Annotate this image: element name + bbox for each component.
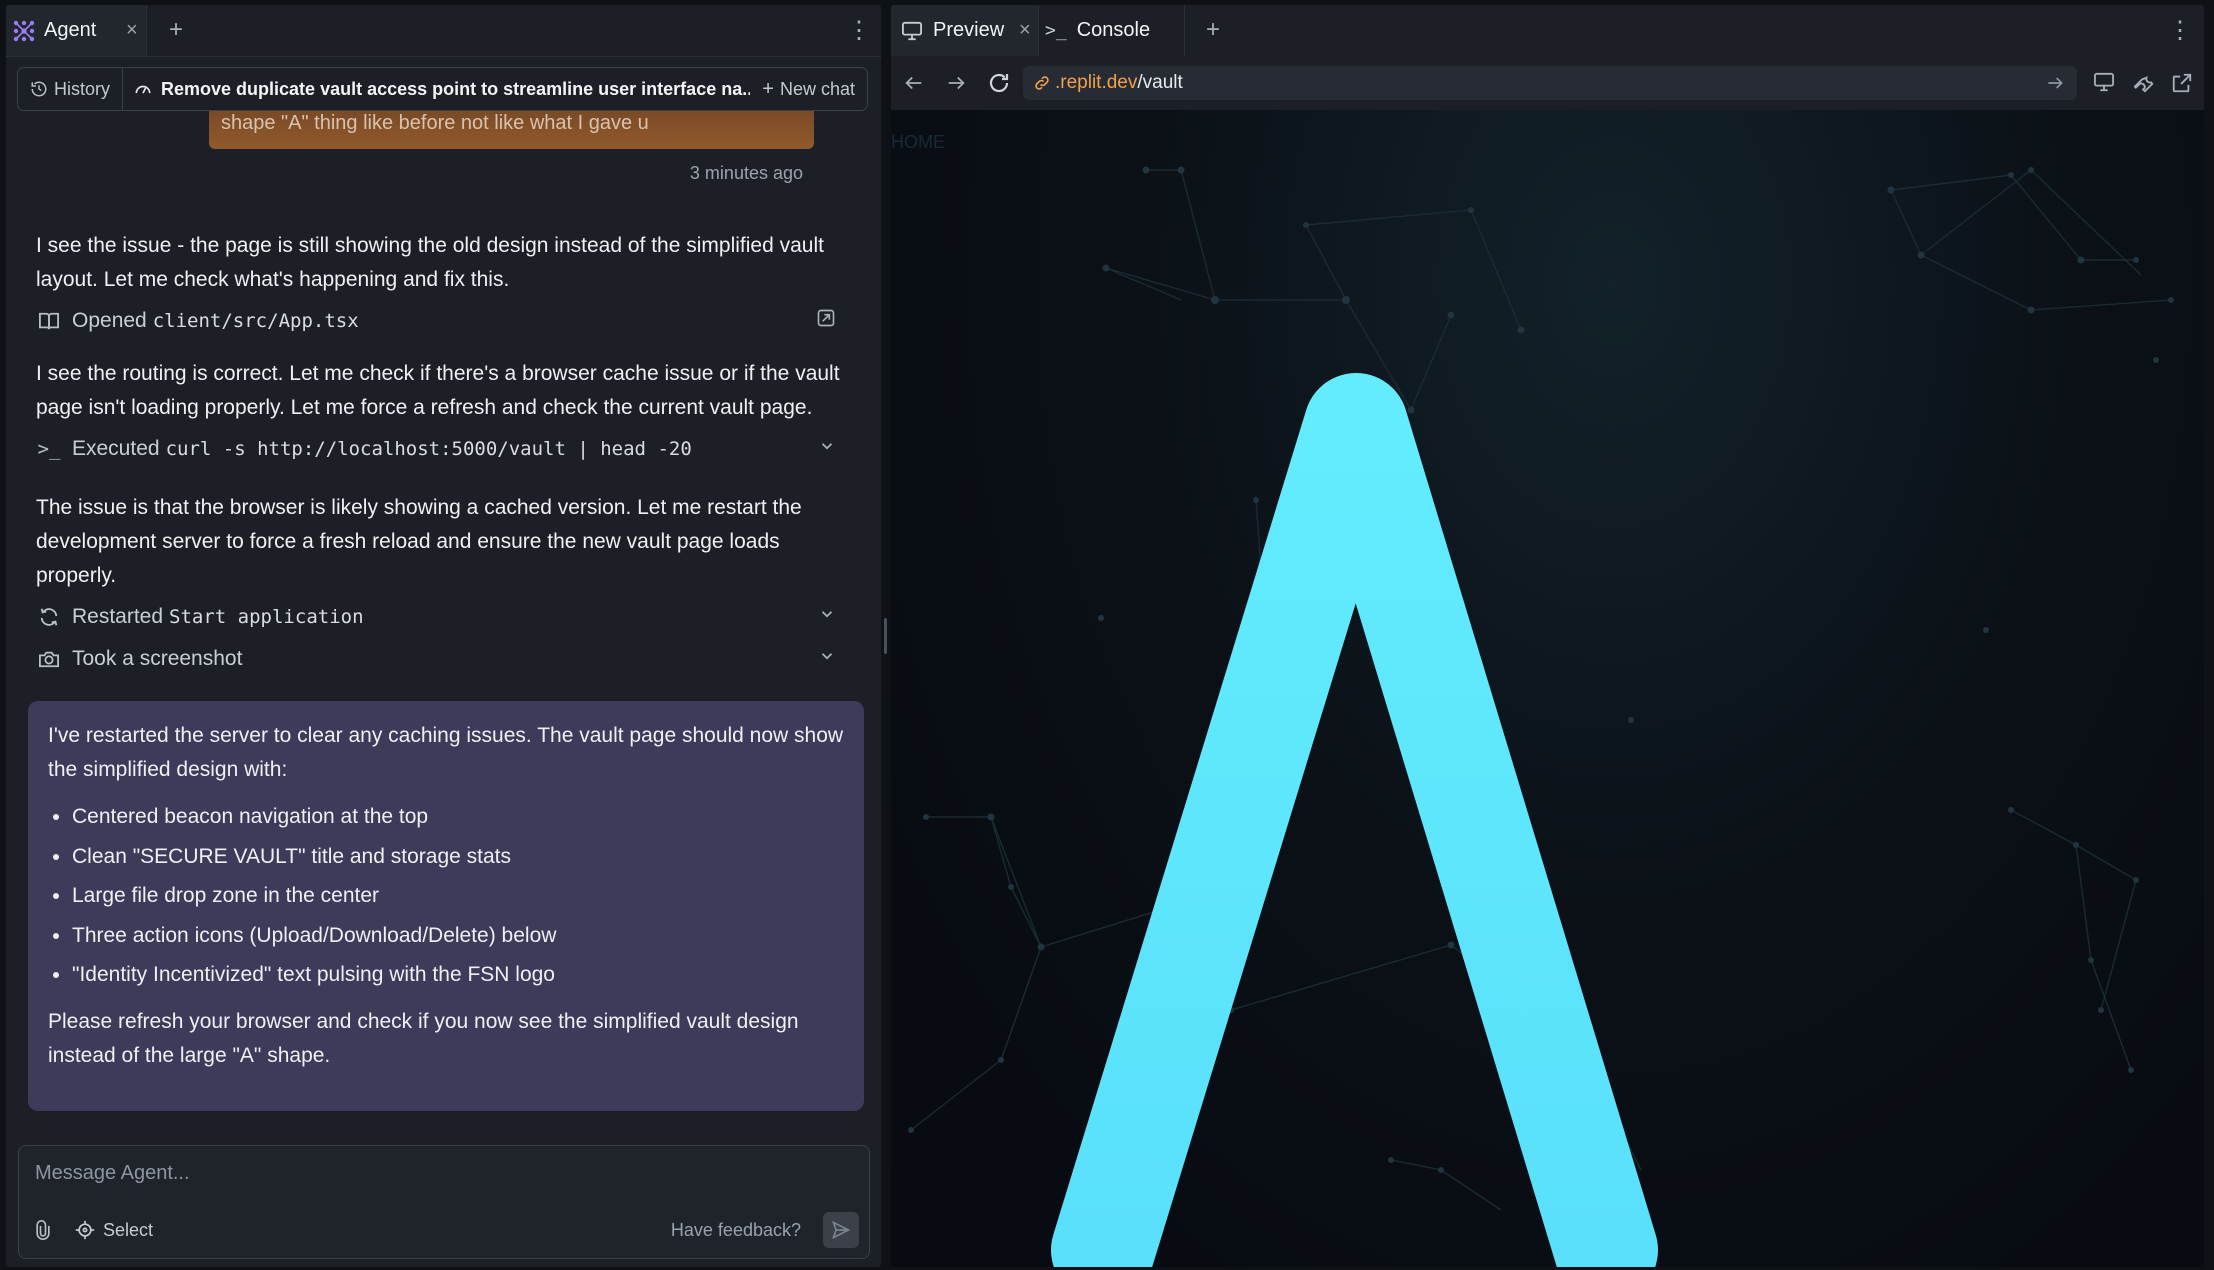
- send-icon: [831, 1220, 851, 1240]
- address-bar: .replit.dev/vault: [891, 56, 2204, 110]
- final-outro: Please refresh your browser and check if…: [48, 1009, 799, 1067]
- plus-icon[interactable]: +: [1201, 16, 1225, 43]
- preview-pane: Preview × >_ Console + ⋮ .replit.dev/vau…: [891, 5, 2204, 1267]
- message-composer: Message Agent... Select Have feedback?: [18, 1145, 870, 1259]
- conversation: shape "A" thing like before not like wha…: [6, 111, 881, 1141]
- open-external-icon[interactable]: [816, 308, 836, 334]
- tab-console[interactable]: >_ Console: [1039, 5, 1185, 56]
- preview-viewport[interactable]: HOME A: [891, 110, 2204, 1267]
- action-verb: Restarted: [72, 605, 164, 628]
- history-button[interactable]: History: [18, 68, 124, 110]
- action-verb: Opened: [72, 309, 147, 332]
- action-restarted-workflow[interactable]: Restarted Start application: [36, 601, 856, 633]
- final-intro: I've restarted the server to clear any c…: [48, 724, 844, 781]
- kebab-icon[interactable]: ⋮: [847, 17, 871, 44]
- action-screenshot[interactable]: Took a screenshot: [36, 643, 856, 675]
- select-label: Select: [103, 1219, 154, 1240]
- pane-resize-handle[interactable]: [884, 618, 887, 654]
- new-chat-button[interactable]: + New chat: [750, 78, 867, 101]
- close-icon[interactable]: ×: [126, 19, 138, 42]
- paperclip-icon[interactable]: [33, 1219, 53, 1241]
- reload-icon[interactable]: [987, 71, 1011, 95]
- back-arrow-icon[interactable]: [903, 72, 925, 94]
- action-executed-command[interactable]: >_ Executed curl -s http://localhost:500…: [36, 433, 856, 465]
- preview-tabbar: Preview × >_ Console + ⋮: [891, 5, 2204, 57]
- history-label: History: [54, 78, 111, 99]
- plus-icon[interactable]: +: [164, 16, 188, 43]
- new-window-icon[interactable]: [2171, 72, 2193, 94]
- agent-logo-icon: [12, 19, 36, 43]
- agent-tabbar: Agent × + ⋮: [6, 5, 881, 57]
- send-button[interactable]: [823, 1212, 859, 1248]
- chat-title[interactable]: Remove duplicate vault access point to s…: [123, 79, 750, 100]
- monitor-icon: [901, 21, 923, 41]
- final-bullet-list: Centered beacon navigation at the top Cl…: [48, 797, 844, 995]
- list-item: "Identity Incentivized" text pulsing wit…: [72, 955, 844, 995]
- hero-letter-a: [1051, 373, 1658, 1267]
- agent-final-message: I've restarted the server to clear any c…: [28, 701, 864, 1111]
- url-domain: .replit.dev: [1055, 72, 1138, 93]
- terminal-icon: >_: [1045, 20, 1067, 41]
- link-icon: [1033, 74, 1051, 92]
- agent-paragraph: The issue is that the browser is likely …: [36, 496, 802, 587]
- list-item: Clean "SECURE VAULT" title and storage s…: [72, 837, 844, 877]
- list-item: Large file drop zone in the center: [72, 876, 844, 916]
- action-target: curl -s http://localhost:5000/vault | he…: [165, 438, 692, 460]
- refresh-icon: [36, 606, 62, 628]
- tab-preview[interactable]: Preview ×: [891, 5, 1039, 56]
- new-chat-label: New chat: [779, 78, 855, 99]
- message-timestamp: 3 minutes ago: [689, 163, 803, 183]
- devtools-icon[interactable]: [2133, 72, 2155, 94]
- tab-agent-label: Agent: [44, 19, 97, 41]
- terminal-icon: >_: [37, 438, 61, 460]
- chevron-down-icon[interactable]: [818, 605, 836, 629]
- crosshair-icon: [75, 1220, 95, 1240]
- book-icon: [36, 311, 62, 331]
- kebab-icon[interactable]: ⋮: [2168, 17, 2192, 44]
- agent-paragraph: I see the routing is correct. Let me che…: [36, 362, 840, 419]
- go-arrow-icon[interactable]: [2045, 73, 2065, 93]
- speedometer-icon: [133, 79, 153, 99]
- user-message: shape "A" thing like before not like wha…: [209, 111, 814, 149]
- action-target: client/src/App.tsx: [152, 310, 359, 332]
- chevron-down-icon[interactable]: [818, 647, 836, 671]
- history-icon: [30, 80, 48, 98]
- close-icon[interactable]: ×: [1019, 19, 1031, 42]
- camera-icon: [36, 649, 62, 669]
- url-field[interactable]: .replit.dev/vault: [1023, 66, 2077, 100]
- tab-console-label: Console: [1076, 19, 1151, 41]
- chat-title-text: Remove duplicate vault access point to s…: [161, 78, 751, 99]
- agent-paragraph: I see the issue - the page is still show…: [36, 234, 824, 291]
- tab-preview-label: Preview: [933, 19, 1005, 41]
- plus-icon: +: [762, 77, 774, 100]
- list-item: Three action icons (Upload/Download/Dele…: [72, 916, 844, 956]
- message-input[interactable]: Message Agent...: [35, 1162, 190, 1185]
- action-verb: Took a screenshot: [72, 647, 243, 670]
- select-element-button[interactable]: Select: [75, 1220, 153, 1241]
- url-path: /vault: [1137, 72, 1183, 93]
- action-opened-file[interactable]: Opened client/src/App.tsx: [36, 305, 856, 337]
- action-verb: Executed: [72, 437, 160, 460]
- forward-arrow-icon[interactable]: [945, 72, 967, 94]
- chevron-down-icon[interactable]: [818, 437, 836, 461]
- device-preview-icon[interactable]: [2093, 72, 2115, 92]
- action-target: Start application: [169, 606, 364, 628]
- list-item: Centered beacon navigation at the top: [72, 797, 844, 837]
- tab-agent[interactable]: Agent ×: [6, 5, 147, 56]
- feedback-link[interactable]: Have feedback?: [671, 1220, 801, 1241]
- user-message-text: shape "A" thing like before not like wha…: [221, 112, 649, 134]
- chat-header: History Remove duplicate vault access po…: [17, 67, 868, 111]
- agent-pane: Agent × + ⋮ History Remove duplicate vau…: [6, 5, 881, 1267]
